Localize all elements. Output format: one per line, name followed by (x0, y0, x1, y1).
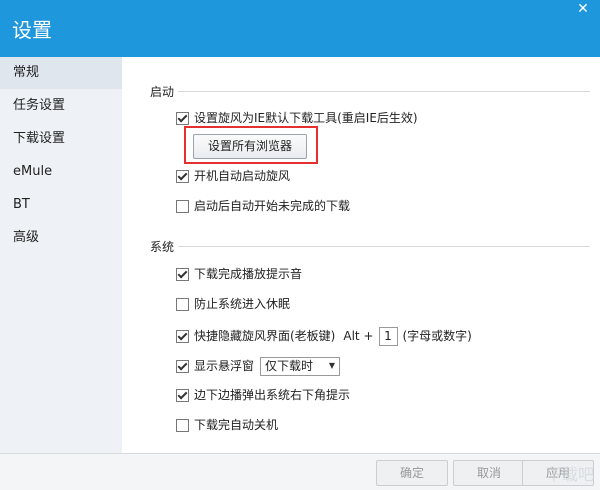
auto-start-option[interactable]: 开机自动启动旋风 (176, 167, 290, 185)
startup-section-label: 启动 (150, 85, 175, 99)
auto-resume-label: 启动后自动开始未完成的下载 (194, 199, 351, 213)
sidebar-item-emule[interactable]: eMule (0, 156, 122, 188)
floating-window-option[interactable]: 显示悬浮窗 仅下载时 ▼ (176, 355, 341, 377)
auto-shutdown-option[interactable]: 下载完自动关机 (176, 416, 278, 434)
floating-window-select[interactable]: 仅下载时 ▼ (260, 356, 341, 376)
floating-window-label: 显示悬浮窗 (194, 359, 255, 373)
floating-window-select-value: 仅下载时 (265, 359, 314, 373)
title-bar: 设置 ✕ (0, 0, 600, 57)
set-all-browsers-button[interactable]: 设置所有浏览器 (193, 134, 307, 159)
boss-key-hint: (字母或数字) (402, 329, 472, 343)
auto-shutdown-label: 下载完自动关机 (194, 418, 279, 432)
close-icon[interactable]: ✕ (572, 0, 594, 18)
sidebar: 常规 任务设置 下载设置 eMule BT 高级 (0, 57, 122, 453)
prevent-sleep-option[interactable]: 防止系统进入休眠 (176, 295, 290, 313)
complete-sound-checkbox[interactable] (176, 267, 189, 281)
sidebar-item-task-settings[interactable]: 任务设置 (0, 90, 122, 122)
prevent-sleep-label: 防止系统进入休眠 (194, 297, 291, 311)
sidebar-item-download-settings[interactable]: 下载设置 (0, 123, 122, 155)
complete-sound-label: 下载完成播放提示音 (194, 267, 303, 281)
bottom-right-tip-label: 边下边播弹出系统右下角提示 (194, 388, 351, 402)
auto-resume-checkbox[interactable] (176, 199, 189, 213)
default-tool-option[interactable]: 设置旋风为IE默认下载工具(重启IE后生效) (176, 109, 418, 127)
section-divider (178, 91, 590, 92)
chevron-down-icon: ▼ (328, 361, 336, 370)
bottom-right-tip-option[interactable]: 边下边播弹出系统右下角提示 (176, 386, 350, 404)
default-tool-label: 设置旋风为IE默认下载工具(重启IE后生效) (194, 111, 418, 125)
boss-key-modifier: Alt + (343, 329, 374, 343)
auto-start-checkbox[interactable] (176, 169, 189, 183)
watermark: 下载吧 (545, 465, 594, 484)
boss-key-input[interactable]: 1 (378, 326, 398, 346)
ok-button[interactable]: 确定 (376, 460, 448, 486)
default-tool-checkbox[interactable] (176, 111, 189, 125)
boss-key-option[interactable]: 快捷隐藏旋风界面(老板键) Alt + 1 (字母或数字) (176, 325, 472, 347)
auto-resume-option[interactable]: 启动后自动开始未完成的下载 (176, 197, 350, 215)
prevent-sleep-checkbox[interactable] (176, 297, 189, 311)
complete-sound-option[interactable]: 下载完成播放提示音 (176, 265, 302, 283)
auto-start-label: 开机自动启动旋风 (194, 169, 291, 183)
system-section-label: 系统 (150, 240, 175, 254)
window-title: 设置 (12, 18, 52, 42)
sidebar-item-advanced[interactable]: 高级 (0, 222, 122, 254)
section-divider (178, 246, 590, 247)
floating-window-checkbox[interactable] (176, 359, 189, 373)
auto-shutdown-checkbox[interactable] (176, 418, 189, 432)
boss-key-checkbox[interactable] (176, 329, 189, 343)
sidebar-item-general[interactable]: 常规 (0, 57, 122, 89)
bottom-right-tip-checkbox[interactable] (176, 388, 189, 402)
boss-key-label: 快捷隐藏旋风界面(老板键) (194, 329, 336, 343)
sidebar-item-bt[interactable]: BT (0, 189, 122, 221)
cancel-button[interactable]: 取消 (453, 460, 525, 486)
